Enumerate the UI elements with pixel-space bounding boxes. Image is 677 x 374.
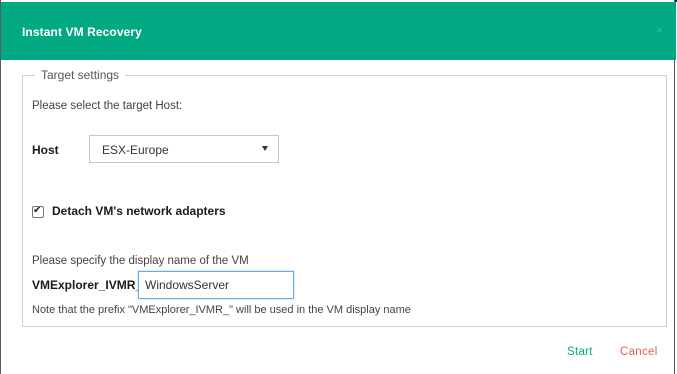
detach-network-adapters-label[interactable]: Detach VM's network adapters (52, 204, 226, 218)
target-settings-group: Target settings Please select the target… (22, 68, 667, 327)
display-name-instruction: Please specify the display name of the V… (32, 255, 249, 267)
dialog-header: Instant VM Recovery × (1, 2, 676, 60)
instant-vm-recovery-dialog: Instant VM Recovery × Target settings Pl… (0, 0, 676, 374)
vm-name-prefix-label: VMExplorer_IVMR_ (32, 278, 143, 292)
host-select-value: ESX-Europe (102, 143, 169, 157)
start-button[interactable]: Start (567, 346, 593, 358)
dialog-title: Instant VM Recovery (22, 25, 142, 39)
host-select[interactable]: ESX-Europe (89, 135, 279, 163)
chevron-down-icon (262, 146, 268, 151)
host-label: Host (32, 143, 59, 157)
close-icon[interactable]: × (656, 24, 663, 36)
checkmark-icon: ✔ (33, 205, 42, 216)
target-settings-legend: Target settings (35, 68, 126, 82)
vm-display-name-input[interactable] (138, 271, 294, 299)
prefix-note: Note that the prefix "VMExplorer_IVMR_" … (32, 304, 411, 316)
detach-network-adapters-checkbox[interactable]: ✔ (32, 205, 44, 218)
select-host-instruction: Please select the target Host: (32, 100, 183, 112)
cancel-button[interactable]: Cancel (620, 346, 658, 358)
